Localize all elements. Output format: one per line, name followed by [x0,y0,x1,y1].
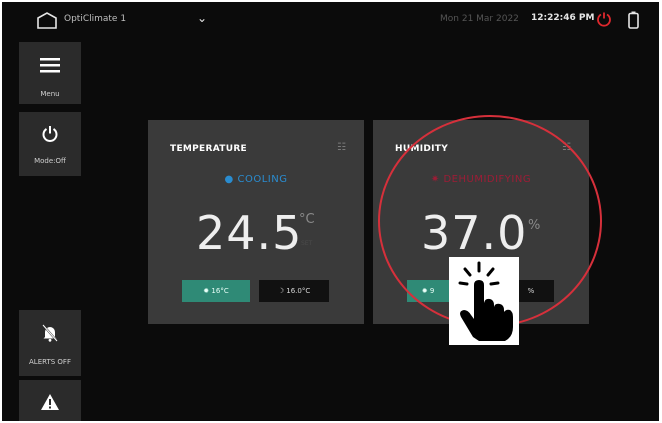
mode-label: Mode:Off [34,157,66,165]
warnings-button[interactable] [19,380,81,421]
time-label: 12:22:46 PM [531,13,595,23]
day-setpoint-value: 16°C [211,287,229,295]
alerts-button[interactable]: ALERTS OFF [19,310,81,376]
menu-label: Menu [40,90,60,98]
moon-icon: ☽ [277,287,285,295]
power-icon[interactable] [596,11,612,27]
home-icon[interactable] [36,11,58,29]
temperature-status: ● COOLING [148,174,364,185]
power-mode-icon [42,126,58,142]
battery-icon [628,11,639,29]
top-bar: OptiClimate 1 ⌄ Mon 21 Mar 2022 12:22:46… [2,2,659,40]
temperature-unit: °C [299,212,315,227]
date-label: Mon 21 Mar 2022 [440,14,519,24]
app-screen: OptiClimate 1 ⌄ Mon 21 Mar 2022 12:22:46… [2,2,659,421]
temperature-status-label: COOLING [237,174,288,185]
alerts-label: ALERTS OFF [29,358,71,366]
night-setpoint-value: 16.0°C [286,287,311,295]
bell-off-icon [42,324,58,342]
night-setpoint-button[interactable]: ☽ 16.0°C [259,280,329,302]
mode-button[interactable]: Mode:Off [19,112,81,176]
sun-icon: ✹ [203,287,210,295]
settings-icon[interactable]: ☷ [337,142,346,153]
warning-icon [41,394,59,410]
menu-button[interactable]: Menu [19,42,81,104]
temperature-value: 24.5 [196,206,303,260]
temperature-title: TEMPERATURE [170,144,248,154]
temperature-card[interactable]: TEMPERATURE ☷ ● COOLING 24.5 °C SET ✹ 16… [148,120,364,324]
hamburger-icon [40,58,60,73]
temperature-sub-unit: SET [301,240,313,247]
device-name[interactable]: OptiClimate 1 [64,14,126,24]
hand-tap-icon [449,257,519,345]
flame-icon: ● [224,174,234,185]
chevron-down-icon[interactable]: ⌄ [197,11,207,25]
day-setpoint-button[interactable]: ✹ 16°C [182,280,250,302]
